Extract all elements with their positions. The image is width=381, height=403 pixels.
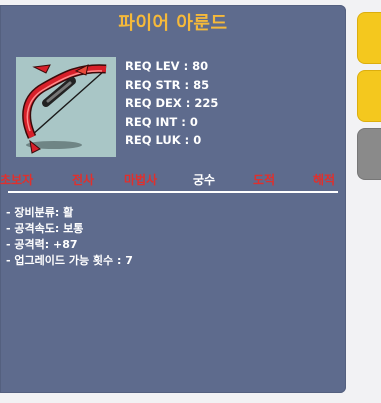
side-tab-3[interactable] (357, 128, 381, 180)
item-tooltip-page: 파이어 아룬드 REQ LEV: 80 REQ STR: 85 REQ DE… (0, 0, 381, 403)
job-thief: 도적 (253, 173, 276, 187)
job-pirate: 해적 (313, 173, 336, 187)
desc-attack-power: - 공격력: +87 (6, 238, 78, 251)
req-str: REQ STR : 85 (125, 77, 210, 92)
job-bowman: 궁수 (193, 173, 216, 187)
desc-attack-speed: - 공격속도: 보통 (6, 222, 84, 235)
req-dex: REQ DEX : 225 (125, 96, 219, 110)
job-warrior: 전사 (72, 173, 95, 187)
desc-equip-type: - 장비분류: 활 (6, 206, 74, 219)
item-info-card: 파이어 아룬드 REQ LEV: 80 REQ STR: 85 REQ DE… (0, 5, 346, 393)
side-tab-2[interactable] (357, 70, 381, 122)
item-title: 파이어 아룬드 (118, 13, 228, 34)
job-restrictions: 초보자 전사 마법사 궁수 도적 해적 (0, 171, 346, 187)
item-description: - 장비분류: 활 - 공격속도: 보통 - 공격력: +87 - 업그레이드 … (6, 205, 133, 269)
bow-icon (16, 57, 116, 157)
job-magician: 마법사 (124, 173, 158, 187)
desc-upgrade-slots: - 업그레이드 가능 횟수 : 7 (6, 254, 133, 267)
requirements-list: REQ LEV : 80 REQ STR : 85 REQ DEX : 225 … (125, 57, 218, 150)
req-int: REQ INT : 0 (125, 114, 198, 129)
job-beginner: 초보자 (0, 173, 34, 187)
side-tab-1[interactable] (357, 12, 381, 64)
req-level: REQ LEV : 80 (125, 59, 209, 73)
req-luk: REQ LUK : 0 (125, 133, 202, 147)
divider (8, 191, 338, 193)
